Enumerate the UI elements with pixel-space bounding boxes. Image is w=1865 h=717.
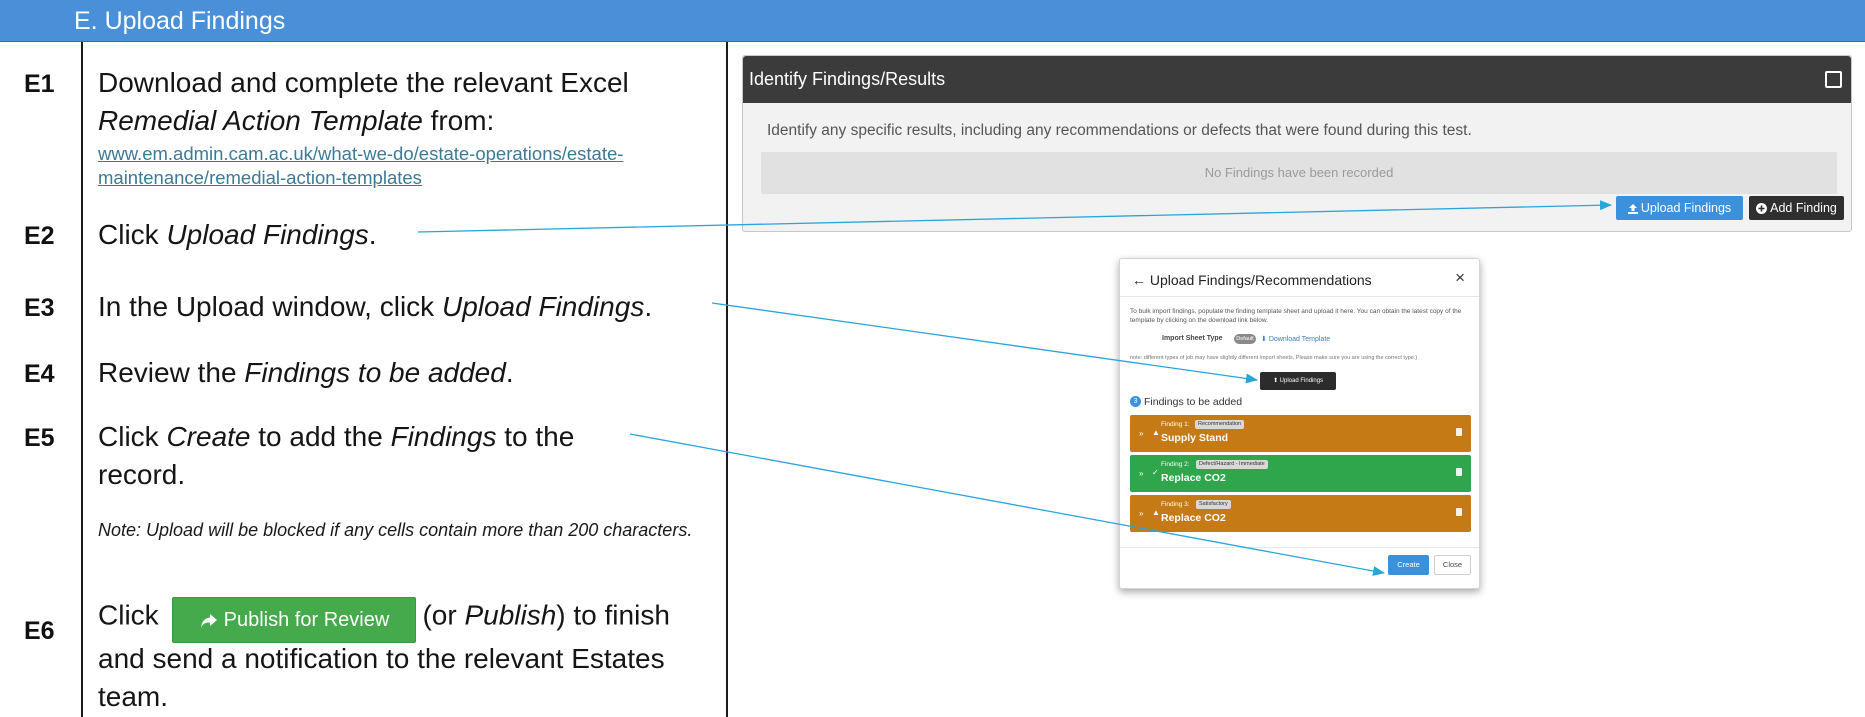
finding-type-tag: Satisfactory	[1196, 500, 1231, 509]
expand-chevron-icon[interactable]: »	[1139, 469, 1143, 478]
import-sheet-type-label: Import Sheet Type	[1162, 335, 1223, 342]
finding-row[interactable]: » ▲ Finding 3: Satisfactory Replace CO2	[1130, 495, 1471, 532]
trash-icon[interactable]	[1456, 468, 1462, 476]
findings-empty-state: No Findings have been recorded	[761, 152, 1837, 194]
finding-label: Finding 3:	[1161, 501, 1190, 508]
trash-icon[interactable]	[1456, 428, 1462, 436]
publish-for-review-button[interactable]: Publish for Review	[172, 597, 417, 643]
step-text-e1-part1: Download and complete the relevant Excel	[98, 67, 629, 98]
step-id-e1: E1	[24, 70, 55, 98]
step-id-e2: E2	[24, 222, 55, 250]
findings-count-badge: 3	[1130, 396, 1141, 407]
upload-findings-label: Upload Findings	[1640, 201, 1732, 215]
step-text-e5-part1: Click	[98, 421, 167, 452]
step-id-e5: E5	[24, 424, 55, 452]
step-text-e3-italic: Upload Findings	[441, 291, 645, 322]
download-template-label: Download Template	[1268, 336, 1331, 343]
close-icon[interactable]: ×	[1455, 268, 1465, 288]
findings-panel-title: Identify Findings/Results	[749, 69, 946, 89]
section-title: E. Upload Findings	[74, 7, 286, 35]
finding-row[interactable]: » ▲ Finding 1: Recommendation Supply Sta…	[1130, 415, 1471, 452]
trash-icon[interactable]	[1456, 508, 1462, 516]
finding-type-tag: Defect/Hazard - Immediate	[1196, 460, 1268, 469]
step-text-e2-part2: .	[368, 219, 377, 250]
step-text-e5: Click Create to add the Findings to the …	[98, 418, 658, 494]
findings-empty-message: No Findings have been recorded	[1204, 165, 1394, 180]
upload-icon	[1627, 204, 1638, 214]
step-id-e6: E6	[24, 617, 55, 645]
warning-icon: ▲	[1152, 428, 1160, 437]
add-finding-button[interactable]: Add Finding	[1749, 196, 1844, 220]
share-arrow-icon	[200, 614, 217, 628]
step-text-e5-italic2: Findings	[390, 421, 497, 452]
finding-label: Finding 2:	[1161, 461, 1190, 468]
step-text-e6-part2: (or	[422, 599, 465, 631]
upload-findings-modal: ← Upload Findings/Recommendations × To b…	[1119, 258, 1480, 589]
modal-title[interactable]: ← Upload Findings/Recommendations	[1132, 272, 1372, 288]
modal-footer-divider	[1120, 547, 1479, 548]
step-text-e5-part2: to add the	[250, 421, 391, 452]
add-finding-label: Add Finding	[1770, 201, 1837, 215]
modal-intro: To bulk import findings, populate the fi…	[1130, 308, 1462, 324]
remedial-template-link[interactable]: www.em.admin.cam.ac.uk/what-we-do/estate…	[98, 142, 728, 190]
step-id-e4: E4	[24, 360, 55, 388]
step-text-e3-part2: .	[644, 291, 653, 322]
step-text-e1-part2: from:	[422, 105, 495, 136]
modal-upload-findings-button[interactable]: ⬆ Upload Findings	[1260, 372, 1336, 390]
section-header: E. Upload Findings	[0, 0, 1865, 42]
modal-header-divider	[1120, 296, 1479, 297]
findings-panel: Identify Findings/Results Identify any s…	[742, 55, 1852, 232]
upload-icon: ⬆	[1272, 378, 1280, 384]
check-icon: ✓	[1152, 468, 1159, 477]
step-id-e3: E3	[24, 294, 55, 322]
finding-name: Supply Stand	[1161, 432, 1229, 444]
modal-upload-findings-label: Upload Findings	[1279, 378, 1324, 384]
create-button[interactable]: Create	[1388, 555, 1429, 575]
expand-chevron-icon[interactable]: »	[1139, 509, 1143, 518]
step-text-e6-part1: Click	[98, 599, 159, 631]
warning-icon: ▲	[1152, 508, 1160, 517]
upload-note: Note: Upload will be blocked if any cell…	[98, 520, 693, 540]
step-text-e1-italic: Remedial Action Template	[98, 105, 423, 136]
step-text-e2-part1: Click	[98, 219, 167, 250]
step-text-e6: Click Publish for Review (or Publish) to …	[98, 594, 718, 716]
publish-for-review-label: Publish for Review	[223, 609, 390, 631]
step-text-e4-part1: Review the	[98, 357, 245, 388]
upload-findings-button[interactable]: Upload Findings	[1616, 196, 1743, 220]
step-text-e5-italic: Create	[166, 421, 251, 452]
step-text-e4-part2: .	[505, 357, 514, 388]
step-text-e4-italic: Findings to be added	[244, 357, 506, 388]
finding-name: Replace CO2	[1161, 472, 1226, 484]
step-text-e3-part1: In the Upload window, click	[98, 291, 442, 322]
download-template-link[interactable]: ⬇ Download Template	[1261, 335, 1330, 343]
findings-panel-header: Identify Findings/Results	[743, 56, 1851, 103]
table-divider-left	[81, 42, 83, 717]
download-icon: ⬇	[1261, 336, 1269, 343]
findings-panel-description: Identify any specific results, including…	[767, 122, 1472, 139]
step-text-e2-italic: Upload Findings	[166, 219, 369, 250]
step-text-e4: Review the Findings to be added.	[98, 354, 514, 392]
step-text-e1: Download and complete the relevant Excel…	[98, 64, 718, 140]
modal-note: note: different types of job may have sl…	[1130, 355, 1418, 361]
step-text-e3: In the Upload window, click Upload Findi…	[98, 288, 652, 326]
finding-label: Finding 1:	[1161, 421, 1190, 428]
finding-name: Replace CO2	[1161, 512, 1226, 524]
step-text-e2: Click Upload Findings.	[98, 216, 377, 254]
findings-to-be-added-label: Findings to be added	[1144, 396, 1243, 408]
step-text-e6-italic: Publish	[464, 599, 557, 631]
finding-row[interactable]: » ✓ Finding 2: Defect/Hazard - Immediate…	[1130, 455, 1471, 492]
finding-type-tag: Recommendation	[1195, 420, 1245, 429]
plus-circle-icon	[1756, 203, 1768, 214]
maximize-icon[interactable]	[1825, 71, 1842, 88]
import-sheet-type-badge: Default	[1234, 334, 1256, 344]
close-button[interactable]: Close	[1434, 555, 1471, 575]
expand-chevron-icon[interactable]: »	[1139, 429, 1143, 438]
